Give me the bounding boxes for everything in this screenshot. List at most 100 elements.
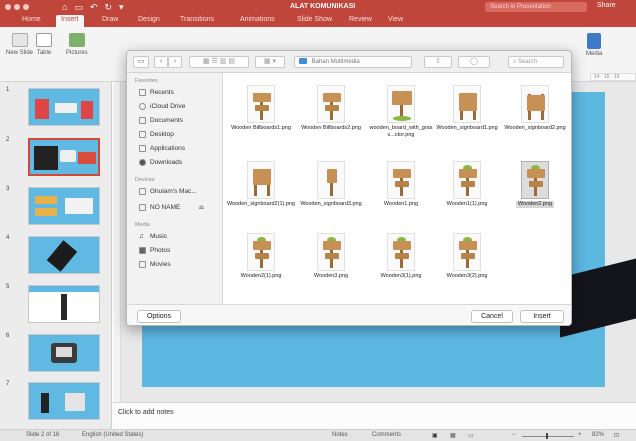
customize-toolbar-icon[interactable]: ▾ (119, 2, 124, 13)
sidebar-item-no-name[interactable]: NO NAME ⏏ (139, 203, 205, 211)
file-thumbnail (247, 161, 275, 199)
zoom-slider-handle[interactable] (546, 433, 548, 439)
tab-review[interactable]: Review (349, 16, 372, 23)
reading-view-icon[interactable]: ▭ (468, 432, 474, 439)
dialog-search-input[interactable]: ⌕ Search (508, 56, 564, 68)
redo-icon[interactable]: ↻ (105, 2, 113, 13)
file-name: wooden_board_with_grass...ctor.png (369, 125, 433, 138)
share-button[interactable]: Share (597, 2, 616, 9)
notes-pane[interactable]: Click to add notes (113, 402, 636, 429)
file-item[interactable]: Wooden_signboard1.png (432, 85, 502, 132)
sidebar-item-desktop[interactable]: Desktop (139, 131, 174, 138)
media-button[interactable]: Media (586, 33, 602, 57)
tag-icon[interactable]: ◯ (458, 56, 490, 68)
window-controls[interactable] (5, 4, 29, 10)
tab-design[interactable]: Design (138, 16, 160, 23)
file-item[interactable]: Wooden3(1).png (366, 233, 436, 280)
tab-transitions[interactable]: Transitions (180, 16, 214, 23)
file-item[interactable]: Wooden1(1).png (432, 161, 502, 208)
music-icon: ♫ (139, 233, 144, 240)
file-item[interactable]: wooden_board_with_grass...ctor.png (366, 85, 436, 139)
file-item-selected[interactable]: Wooden2.png (500, 161, 570, 208)
file-thumbnail (317, 233, 345, 271)
file-item[interactable]: Wooden Billboards2.png (296, 85, 366, 132)
sidebar-item-applications[interactable]: Applications (139, 145, 185, 152)
file-item[interactable]: Wooden_signboard3.png (296, 161, 366, 208)
tab-slide-show[interactable]: Slide Show (297, 16, 332, 23)
pictures-button[interactable]: Pictures (66, 33, 88, 56)
tab-view[interactable]: View (388, 16, 403, 23)
sidebar-item-mac[interactable]: Ghulam's Mac... (139, 188, 197, 195)
sidebar-toggle-button[interactable]: ▭ (133, 56, 149, 68)
slide-thumbnail-5[interactable] (28, 285, 100, 323)
file-item[interactable]: Wooden Billboards1.png (226, 85, 296, 132)
cancel-button[interactable]: Cancel (471, 310, 513, 323)
table-button[interactable]: Table (36, 33, 52, 56)
save-icon[interactable]: ▭ (74, 2, 83, 13)
back-button[interactable]: ‹ (154, 56, 168, 68)
dialog-footer: Options Cancel Insert (127, 304, 571, 325)
presentation-search-input[interactable]: Search in Presentation (485, 2, 587, 12)
home-icon[interactable]: ⌂ (62, 2, 67, 13)
sidebar-item-downloads[interactable]: Downloads (139, 159, 182, 166)
eject-icon[interactable]: ⏏ (198, 203, 204, 211)
horizontal-ruler: 14 · 15 · 16 (590, 73, 636, 81)
ribbon-tabs: Home Insert Draw Design Transitions Anim… (0, 14, 636, 27)
normal-view-icon[interactable]: ▣ (432, 432, 438, 439)
sidebar-item-music[interactable]: ♫ Music (139, 233, 167, 240)
slide-thumbnails-panel[interactable]: 1 2 3 4 5 6 7 (0, 82, 112, 429)
favorites-header: Favorites (135, 78, 158, 84)
zoom-in-icon[interactable]: + (578, 432, 582, 438)
zoom-level[interactable]: 82% (592, 432, 604, 438)
file-name: Wooden_signboard2.png (504, 125, 566, 131)
slide-thumbnail-4[interactable] (28, 236, 100, 274)
tab-home[interactable]: Home (22, 16, 41, 23)
cloud-icon (139, 103, 146, 110)
undo-icon[interactable]: ↶ (90, 2, 98, 13)
slide-thumbnail-7[interactable] (28, 382, 100, 420)
sidebar-item-documents[interactable]: Documents (139, 117, 183, 124)
sidebar-item-recents[interactable]: Recents (139, 89, 174, 96)
sidebar-item-movies[interactable]: Movies (139, 261, 171, 268)
fit-slide-icon[interactable]: ⊡ (614, 432, 619, 439)
sidebar-item-photos[interactable]: Photos (139, 247, 170, 254)
file-item[interactable]: Wooden2(1).png (226, 233, 296, 280)
slide-counter: Slide 2 of 16 (26, 432, 60, 438)
forward-button[interactable]: › (168, 56, 182, 68)
tab-animations[interactable]: Animations (240, 16, 275, 23)
arrange-button[interactable]: ▦ ▾ (255, 56, 285, 68)
file-thumbnail (387, 85, 415, 123)
zoom-slider[interactable] (522, 436, 574, 437)
zoom-out-icon[interactable]: − (512, 432, 516, 438)
location-dropdown[interactable]: Bahan Multimedia (294, 56, 412, 68)
file-thumbnail (387, 161, 415, 199)
comments-toggle[interactable]: Comments (372, 432, 401, 438)
zoom-window-button[interactable] (23, 4, 29, 10)
close-window-button[interactable] (5, 4, 11, 10)
share-icon[interactable]: ⇧ (424, 56, 452, 68)
view-mode-selector[interactable]: ▦ ☰ ▥ ▤ (189, 56, 249, 68)
minimize-window-button[interactable] (14, 4, 20, 10)
file-item[interactable]: Wooden_signboard2(1).png (226, 161, 296, 208)
file-item[interactable]: Wooden3(2).png (432, 233, 502, 280)
sidebar-item-icloud[interactable]: iCloud Drive (139, 103, 185, 110)
notes-placeholder: Click to add notes (118, 409, 174, 416)
new-slide-button[interactable]: New Slide (6, 33, 33, 56)
slide-thumbnail-1[interactable] (28, 88, 100, 126)
slide-thumbnail-6[interactable] (28, 334, 100, 372)
slide-sorter-icon[interactable]: ▦ (450, 432, 456, 439)
file-item[interactable]: Wooden_signboard2.png (500, 85, 570, 132)
table-label: Table (36, 50, 52, 56)
tab-insert[interactable]: Insert (56, 15, 84, 27)
tab-draw[interactable]: Draw (102, 16, 118, 23)
notes-toggle[interactable]: Notes (332, 432, 348, 438)
slide-thumbnail-2[interactable] (28, 138, 100, 176)
language-indicator[interactable]: English (United States) (82, 432, 143, 438)
file-name: Wooden1(1).png (446, 201, 488, 207)
slide-thumbnail-3[interactable] (28, 187, 100, 225)
file-item[interactable]: Wooden1.png (366, 161, 436, 208)
options-button[interactable]: Options (137, 310, 181, 323)
insert-button[interactable]: Insert (520, 310, 564, 323)
file-thumbnail (247, 85, 275, 123)
file-item[interactable]: Wooden3.png (296, 233, 366, 280)
